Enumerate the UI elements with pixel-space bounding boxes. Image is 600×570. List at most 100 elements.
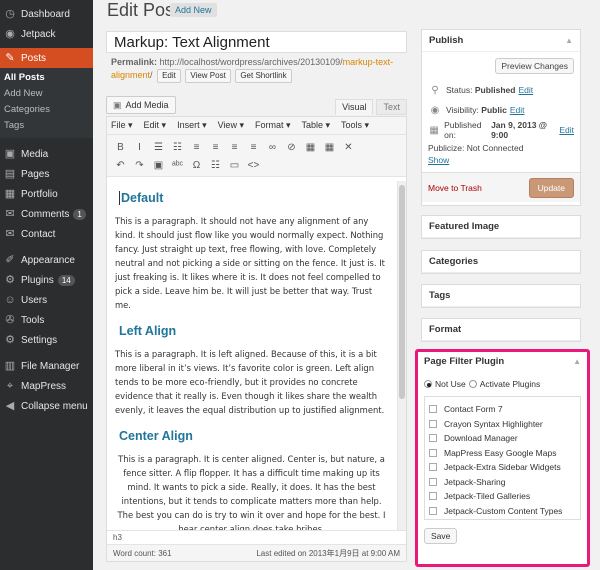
- sidebar-item-collapse-menu[interactable]: ◀ Collapse menu: [0, 396, 93, 416]
- page-filter-title: Page Filter Plugin: [424, 356, 505, 367]
- categories-header[interactable]: Categories: [422, 251, 580, 273]
- menu-table[interactable]: Table ▾: [302, 120, 331, 131]
- publish-box-header[interactable]: Publish ▲: [422, 30, 580, 52]
- plugin-checkbox[interactable]: [429, 463, 437, 472]
- visibility-edit-link[interactable]: Edit: [510, 105, 525, 115]
- permalink-base[interactable]: http://localhost/wordpress/archives/2013…: [160, 57, 343, 67]
- published-edit-link[interactable]: Edit: [559, 125, 574, 135]
- sidebar-item-media[interactable]: ▣ Media: [0, 144, 93, 164]
- preview-changes-button[interactable]: Preview Changes: [495, 58, 574, 74]
- align-right-icon[interactable]: ≡: [226, 142, 243, 153]
- featured-image-header[interactable]: Featured Image: [422, 216, 580, 238]
- move-to-trash-link[interactable]: Move to Trash: [428, 183, 482, 193]
- media-insert-icon[interactable]: ▣: [150, 160, 167, 171]
- update-button[interactable]: Update: [528, 177, 574, 198]
- align-left-icon[interactable]: ≡: [188, 142, 205, 153]
- plugin-label: Crayon Syntax Highlighter: [444, 418, 543, 429]
- plugin-checkbox[interactable]: [429, 492, 437, 501]
- fullscreen-icon[interactable]: ✕: [340, 142, 357, 153]
- menu-file[interactable]: File ▾: [111, 120, 133, 131]
- plugin-checkbox[interactable]: [429, 419, 437, 428]
- tab-text[interactable]: Text: [376, 99, 407, 115]
- editor-content[interactable]: Default This is a paragraph. It should no…: [107, 181, 396, 531]
- calendar-icon: ▦: [429, 124, 439, 136]
- sidebar-item-users[interactable]: ☺ Users: [0, 290, 93, 310]
- sidebar-item-settings[interactable]: ⚙ Settings: [0, 330, 93, 350]
- plugin-checkbox[interactable]: [429, 405, 437, 414]
- submenu-item-categories[interactable]: Categories: [0, 102, 93, 118]
- format-header[interactable]: Format: [422, 319, 580, 341]
- add-media-button[interactable]: ▣ Add Media: [106, 96, 176, 114]
- code-icon[interactable]: <>: [245, 160, 262, 171]
- sidebar-item-file-manager[interactable]: ▥ File Manager: [0, 356, 93, 376]
- align-justify-icon[interactable]: ≡: [245, 142, 262, 153]
- sidebar-item-label: Plugins: [21, 274, 54, 286]
- count-badge: 1: [73, 208, 86, 220]
- tab-visual[interactable]: Visual: [335, 99, 374, 115]
- page-filter-header[interactable]: Page Filter Plugin ▲: [418, 352, 587, 372]
- spellcheck-icon[interactable]: ᵃᵇᶜ: [169, 160, 186, 171]
- submenu-item-all-posts[interactable]: All Posts: [0, 70, 93, 86]
- list-style-icon[interactable]: ☷: [207, 160, 224, 171]
- menu-insert[interactable]: Insert ▾: [177, 120, 207, 131]
- page-filter-save-button[interactable]: Save: [424, 528, 458, 544]
- published-label: Published on:: [444, 120, 482, 140]
- toggle-arrow-icon[interactable]: ▲: [573, 352, 581, 372]
- plugin-option: Jetpack-Custom Content Types: [429, 504, 576, 519]
- submenu-item-add-new[interactable]: Add New: [0, 86, 93, 102]
- sidebar-item-pages[interactable]: ▤ Pages: [0, 164, 93, 184]
- undo-icon[interactable]: ↶: [112, 160, 129, 171]
- sidebar-item-portfolio[interactable]: ▦ Portfolio: [0, 184, 93, 204]
- permalink-edit-button[interactable]: Edit: [157, 69, 181, 83]
- get-shortlink-button[interactable]: Get Shortlink: [235, 69, 292, 83]
- sidebar-item-comments[interactable]: ✉ Comments 1: [0, 204, 93, 224]
- last-edited: Last edited on 2013年1月9日 at 9:00 AM: [256, 548, 400, 558]
- plugin-option: Jetpack-Sharing: [429, 475, 576, 490]
- file-manager-icon: ▥: [4, 360, 16, 372]
- radio-activate-plugins[interactable]: [468, 380, 477, 388]
- submenu-item-tags[interactable]: Tags: [0, 118, 93, 134]
- plugin-checkbox[interactable]: [429, 506, 437, 515]
- plugin-label: Jetpack-Extra Sidebar Widgets: [444, 462, 561, 473]
- numbered-list-icon[interactable]: ☷: [169, 142, 186, 153]
- plugin-checkbox[interactable]: [429, 477, 437, 486]
- sidebar-item-tools[interactable]: ✇ Tools: [0, 310, 93, 330]
- sidebar-item-jetpack[interactable]: ◉ Jetpack: [0, 24, 93, 44]
- menu-edit[interactable]: Edit ▾: [144, 120, 167, 131]
- italic-icon[interactable]: I: [131, 142, 148, 153]
- media-icon: ▣: [113, 99, 122, 110]
- editor-scrollbar[interactable]: [397, 181, 406, 531]
- menu-format[interactable]: Format ▾: [255, 120, 291, 131]
- sidebar-item-posts[interactable]: ✎ Posts: [0, 48, 93, 68]
- sidebar-item-mappress[interactable]: ⌖ MapPress: [0, 376, 93, 396]
- align-center-icon[interactable]: ≡: [207, 142, 224, 153]
- bullet-list-icon[interactable]: ☰: [150, 142, 167, 153]
- menu-view[interactable]: View ▾: [218, 120, 244, 131]
- plugin-checkbox[interactable]: [429, 448, 437, 457]
- bold-icon[interactable]: B: [112, 142, 129, 153]
- radio-not-use[interactable]: [424, 380, 432, 388]
- scrollbar-thumb[interactable]: [399, 185, 405, 399]
- comments-icon: ✉: [5, 208, 15, 220]
- menu-tools[interactable]: Tools ▾: [341, 120, 369, 131]
- link-icon[interactable]: ∞: [264, 142, 281, 153]
- special-char-icon[interactable]: Ω: [188, 160, 205, 171]
- sidebar-item-plugins[interactable]: ⚙ Plugins 14: [0, 270, 93, 290]
- unlink-icon[interactable]: ⊘: [283, 142, 300, 153]
- image-icon[interactable]: ▦: [302, 142, 319, 153]
- view-post-button[interactable]: View Post: [185, 69, 231, 83]
- publicize-show-link[interactable]: Show: [428, 154, 574, 166]
- redo-icon[interactable]: ↷: [131, 160, 148, 171]
- post-title-input[interactable]: Markup: Text Alignment: [106, 31, 407, 53]
- more-icon[interactable]: ▭: [226, 160, 243, 171]
- toggle-arrow-icon[interactable]: ▲: [565, 30, 573, 52]
- table-icon[interactable]: ▦: [321, 142, 338, 153]
- plugin-checkbox[interactable]: [429, 434, 437, 443]
- sidebar-item-label: Collapse menu: [21, 400, 88, 412]
- sidebar-item-appearance[interactable]: ✐ Appearance: [0, 250, 93, 270]
- add-new-button[interactable]: Add New: [170, 3, 217, 17]
- sidebar-item-contact[interactable]: ✉ Contact: [0, 224, 93, 244]
- sidebar-item-dashboard[interactable]: ◷ Dashboard: [0, 4, 93, 24]
- tags-header[interactable]: Tags: [422, 285, 580, 307]
- status-edit-link[interactable]: Edit: [518, 85, 533, 95]
